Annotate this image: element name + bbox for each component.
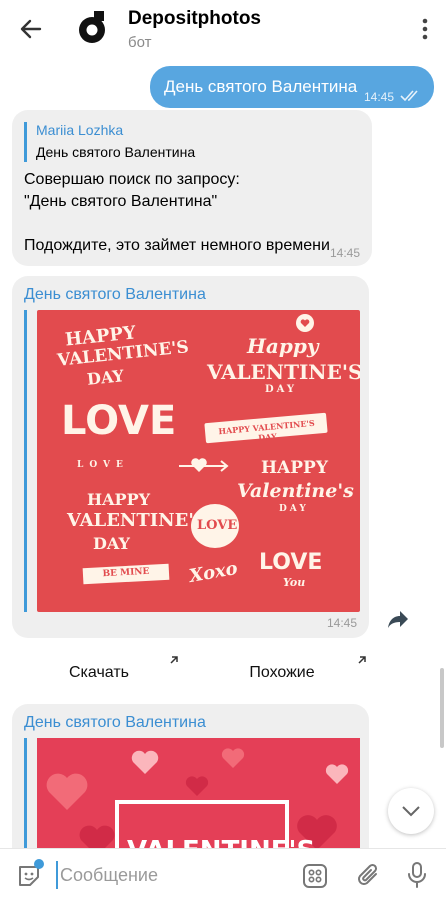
reply-quote[interactable]: Mariia Lozhka День святого Валентина (24, 122, 195, 162)
bot-reply-time: 14:45 (329, 246, 360, 260)
external-link-icon (170, 656, 178, 664)
img-text: DAY (93, 534, 130, 553)
result-message-1[interactable]: День святого Валентина HAPPY VALENTINE'S… (12, 276, 369, 638)
valentine-image[interactable]: HAPPY VALENTINE'S DAY Happy VALENTINE'S … (37, 310, 360, 612)
chat-subtitle: бот (128, 34, 152, 51)
img-text: DAY (265, 384, 298, 395)
result-title-link[interactable]: День святого Валентина (24, 714, 206, 732)
result-image-preview[interactable]: VALENTINE'S (24, 738, 360, 848)
depositphotos-logo-icon[interactable] (77, 9, 109, 45)
img-text: Happy (247, 334, 319, 358)
valentine-image-2[interactable]: VALENTINE'S (37, 738, 360, 848)
more-options-icon[interactable] (418, 17, 432, 41)
scrollbar[interactable] (440, 668, 444, 748)
quote-author: Mariia Lozhka (36, 122, 124, 138)
img-text: LOVE (61, 398, 177, 444)
img-text: VALENTINE'S (67, 510, 207, 531)
outgoing-message[interactable]: День святого Валентина 14:45 (150, 66, 434, 108)
chat-title-block[interactable]: Depositphotos бот (128, 8, 261, 51)
notification-dot (34, 859, 44, 869)
message-list[interactable]: День святого Валентина 14:45 Mariia Lozh… (0, 58, 446, 848)
outgoing-message-text: День святого Валентина (164, 77, 358, 96)
similar-button[interactable]: Похожие (190, 648, 374, 698)
attach-paperclip-icon[interactable] (356, 862, 382, 890)
img-text: LOVE (259, 550, 323, 575)
microphone-icon[interactable] (406, 861, 428, 889)
outgoing-message-time: 14:45 (363, 90, 394, 104)
img-text: Xoxo (187, 557, 240, 588)
img-text: VALENTINE'S (127, 836, 315, 848)
chevron-down-icon (402, 806, 420, 817)
result-time: 14:45 (326, 616, 357, 630)
result-image-preview[interactable]: HAPPY VALENTINE'S DAY Happy VALENTINE'S … (24, 310, 360, 612)
img-text: Valentine's (237, 480, 354, 502)
result-title-link[interactable]: День святого Валентина (24, 286, 206, 304)
read-checkmarks-icon (400, 90, 418, 102)
img-text: LOVE (197, 518, 238, 533)
img-text: VALENTINE'S (207, 360, 360, 384)
external-link-icon (358, 656, 366, 664)
bot-reply-message[interactable]: Mariia Lozhka День святого Валентина Сов… (12, 110, 372, 266)
arrow-heart-icon (179, 458, 229, 472)
message-input-bar (0, 848, 446, 900)
quote-text: День святого Валентина (36, 144, 196, 160)
similar-button-label: Похожие (249, 664, 315, 681)
img-text: HAPPY (261, 458, 328, 478)
result-message-2[interactable]: День святого Валентина VALENTINE'S (12, 704, 369, 848)
chat-header: Depositphotos бот (0, 0, 446, 58)
bot-commands-icon[interactable] (302, 863, 328, 889)
download-button-label: Скачать (69, 664, 129, 681)
download-button[interactable]: Скачать (12, 648, 186, 698)
img-text: HAPPY (87, 490, 151, 509)
img-text: LOVE (77, 460, 129, 470)
chat-title: Depositphotos (128, 8, 261, 29)
bot-reply-text: Совершаю поиск по запросу: "День святого… (24, 171, 330, 254)
forward-share-icon[interactable] (386, 608, 410, 630)
inline-keyboard: Скачать Похожие (0, 648, 446, 698)
img-text: DAY (279, 504, 309, 514)
heart-badge-icon (296, 314, 314, 332)
scroll-down-button[interactable] (388, 788, 434, 834)
img-text: You (283, 576, 306, 589)
message-input[interactable] (56, 861, 286, 889)
hearts-decoration (46, 748, 349, 848)
img-text: DAY (86, 366, 125, 389)
back-arrow-icon[interactable] (18, 16, 44, 42)
